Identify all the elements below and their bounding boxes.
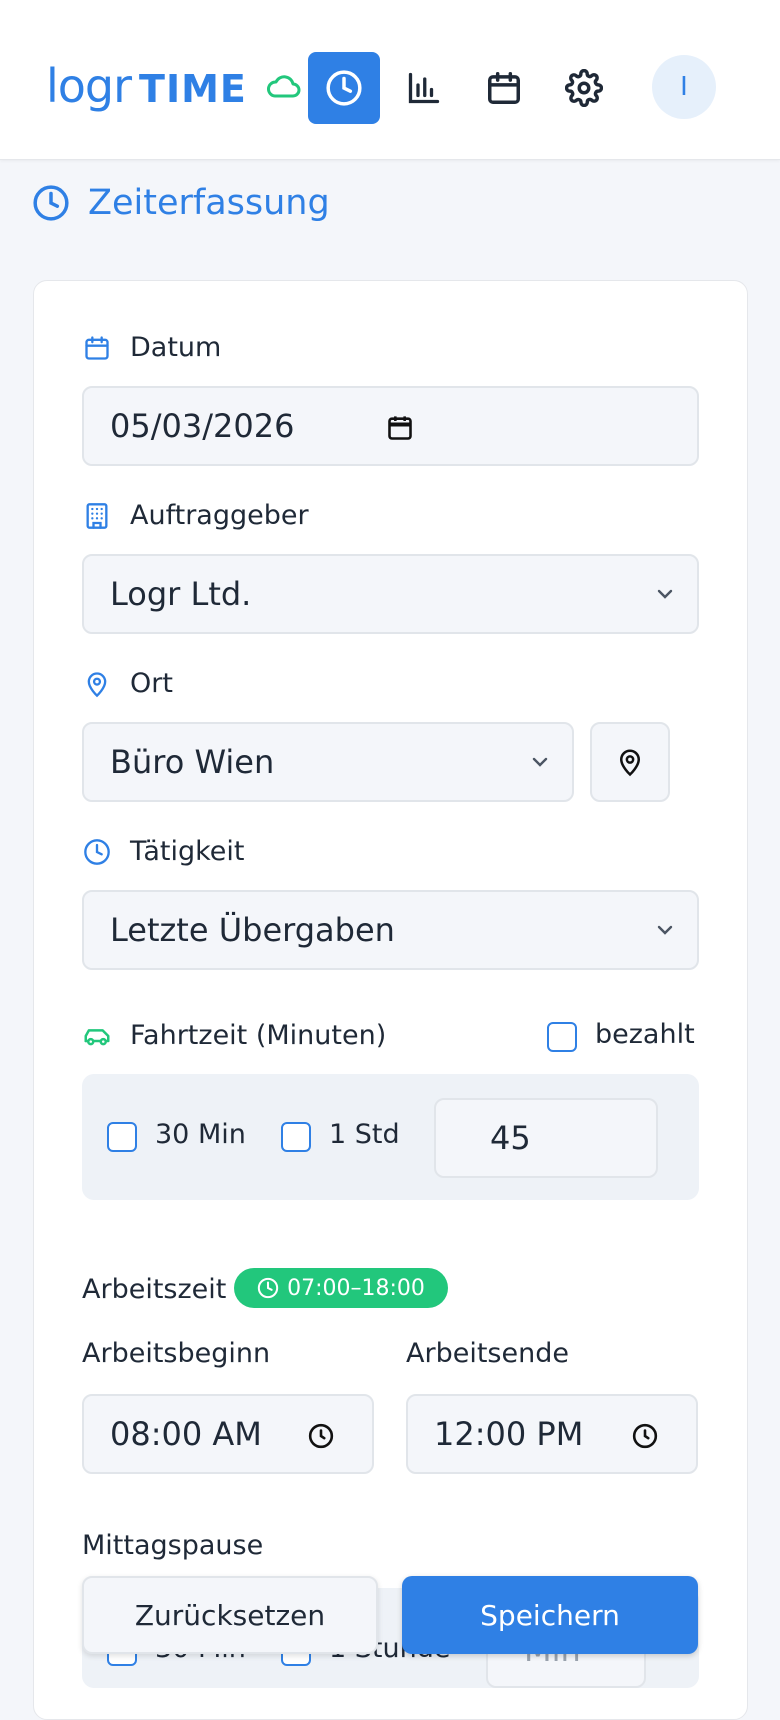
travel-label: Fahrtzeit (Minuten)	[82, 1020, 386, 1051]
logo-sub: TIME	[139, 67, 247, 111]
location-value: Büro Wien	[110, 743, 275, 781]
clock-icon[interactable]	[632, 1423, 658, 1449]
end-time-input[interactable]: 12:00 PM	[406, 1394, 698, 1474]
calendar-picker-icon[interactable]	[386, 414, 414, 442]
travel-1h-label: 1 Std	[329, 1119, 400, 1150]
clock-icon	[326, 70, 362, 106]
activity-select[interactable]: Letzte Übergaben	[82, 890, 699, 970]
time-entry-card	[33, 280, 748, 1720]
calendar-icon	[85, 335, 109, 360]
worktime-range-badge: 07:00–18:00	[234, 1268, 448, 1308]
end-time-value: 12:00 PM	[434, 1415, 584, 1453]
cloud-icon	[267, 75, 301, 98]
clock-icon[interactable]	[308, 1423, 334, 1449]
page-title-text: Zeiterfassung	[88, 183, 330, 223]
clock-icon	[84, 838, 110, 865]
activity-value: Letzte Übergaben	[110, 911, 395, 949]
worktime-label: Arbeitszeit	[82, 1274, 227, 1305]
logo-main: logr	[46, 59, 132, 113]
avatar-initial: I	[680, 72, 688, 102]
app-header: logr TIME I	[0, 0, 780, 160]
app-logo[interactable]: logr TIME	[46, 58, 247, 117]
date-label-text: Datum	[130, 332, 222, 363]
reset-button-label: Zurücksetzen	[134, 1598, 326, 1632]
chart-icon	[408, 72, 440, 104]
chevron-down-icon	[657, 589, 673, 599]
clock-icon	[33, 185, 69, 221]
nav-settings-button[interactable]	[548, 52, 620, 124]
gear-icon	[565, 69, 603, 107]
user-avatar[interactable]: I	[652, 55, 716, 119]
client-select[interactable]: Logr Ltd.	[82, 554, 699, 634]
travel-minutes-input[interactable]: 45	[434, 1098, 658, 1178]
date-label: Datum	[82, 332, 221, 363]
travel-30min-checkbox[interactable]	[107, 1122, 137, 1152]
travel-1h-checkbox[interactable]	[281, 1122, 311, 1152]
start-time-input[interactable]: 08:00 AM	[82, 1394, 374, 1474]
nav-time-tracking-button[interactable]	[308, 52, 380, 124]
travel-minutes-value: 45	[490, 1119, 531, 1157]
nav-reports-button[interactable]	[388, 52, 460, 124]
nav-calendar-button[interactable]	[468, 52, 540, 124]
save-button[interactable]: Speichern	[402, 1576, 698, 1654]
start-label: Arbeitsbeginn	[82, 1338, 271, 1369]
calendar-icon	[488, 72, 520, 104]
travel-paid-checkbox[interactable]	[547, 1022, 577, 1052]
end-label: Arbeitsende	[406, 1338, 569, 1369]
car-icon	[84, 1028, 110, 1045]
reset-button[interactable]: Zurücksetzen	[82, 1576, 378, 1654]
lunch-label: Mittagspause	[82, 1530, 264, 1561]
chevron-down-icon	[532, 757, 548, 767]
travel-paid-label: bezahlt	[595, 1019, 695, 1050]
building-icon	[86, 502, 108, 529]
save-button-label: Speichern	[480, 1598, 620, 1632]
location-select[interactable]: Büro Wien	[82, 722, 574, 802]
location-label: Ort	[82, 668, 173, 699]
map-pin-icon	[87, 671, 107, 697]
clock-icon	[257, 1277, 279, 1299]
travel-30min-label: 30 Min	[155, 1119, 246, 1150]
client-label-text: Auftraggeber	[130, 500, 309, 531]
client-value: Logr Ltd.	[110, 575, 252, 613]
location-label-text: Ort	[130, 668, 173, 699]
client-label: Auftraggeber	[82, 500, 309, 531]
chevron-down-icon	[657, 925, 673, 935]
activity-label: Tätigkeit	[82, 836, 245, 867]
travel-label-text: Fahrtzeit (Minuten)	[130, 1020, 387, 1051]
locate-me-button[interactable]	[590, 722, 670, 802]
worktime-badge-text: 07:00–18:00	[287, 1275, 425, 1301]
activity-label-text: Tätigkeit	[130, 836, 245, 867]
map-pin-icon	[619, 749, 641, 777]
page-title: Zeiterfassung	[32, 180, 330, 226]
start-time-value: 08:00 AM	[110, 1415, 262, 1453]
date-input[interactable]: 05/03/2026	[82, 386, 699, 466]
date-value: 05/03/2026	[110, 407, 295, 445]
